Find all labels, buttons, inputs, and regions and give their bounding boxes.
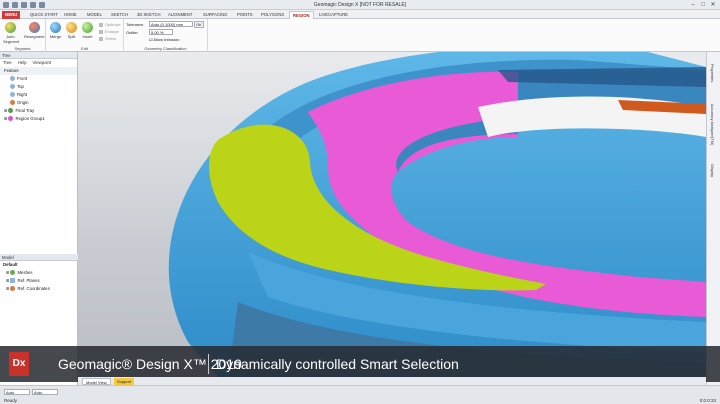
tree-item-ref-coordinates[interactable]: ⊞ Ref. Coordinates xyxy=(0,285,78,293)
merge-button[interactable]: Merge xyxy=(48,22,63,39)
elapsed-time: 0:0.0:33 xyxy=(699,398,716,403)
geometry-group-label: Geometry Classification xyxy=(144,46,187,51)
tab-alignment[interactable]: ALIGNMENT xyxy=(165,11,195,19)
3d-viewport[interactable] xyxy=(78,52,706,377)
tree-item-origin[interactable]: Origin xyxy=(0,99,77,107)
tree-item-right[interactable]: Right xyxy=(0,91,77,99)
product-name: Geomagic® Design X™ 2019 xyxy=(58,356,242,372)
selection-mode-dropdown[interactable]: Auto xyxy=(4,389,30,395)
shrink-button[interactable]: Shrink xyxy=(99,36,116,41)
snap-mode-dropdown[interactable]: Auto xyxy=(32,389,58,395)
tree-item-region-group[interactable]: ⊞ Region Group1 xyxy=(0,115,77,123)
allow-intrusion-checkbox[interactable]: ☑ Allow Intrusion xyxy=(149,37,180,42)
split-icon xyxy=(66,22,77,33)
tab-region[interactable]: REGION xyxy=(289,11,314,19)
feature-header: Feature xyxy=(0,67,77,75)
minimize-button[interactable]: – xyxy=(688,1,698,9)
outlier-field[interactable]: 5.00 % xyxy=(149,29,173,35)
tree-item-ref-planes[interactable]: ⊞ Ref. Planes xyxy=(0,277,78,285)
optimize-icon xyxy=(99,22,103,27)
resegment-icon xyxy=(28,22,40,33)
planes-icon xyxy=(10,278,16,284)
tab-support[interactable]: Support xyxy=(114,378,135,385)
enlarge-button[interactable]: Enlarge xyxy=(99,29,119,34)
left-panel: Tree Tree Help Viewpoint Feature Front T… xyxy=(0,52,78,385)
banner-subtitle: Dynamically controlled Smart Selection xyxy=(216,356,459,372)
tree-panel-header[interactable]: Tree xyxy=(0,52,77,59)
meshes-icon xyxy=(10,270,16,276)
edit-group: Merge Split Insert Optimize Enlarge Shri… xyxy=(46,19,124,52)
resegment-button[interactable]: Resegment xyxy=(24,22,44,39)
ok-button[interactable]: OK xyxy=(194,21,204,28)
scan-model[interactable] xyxy=(78,52,706,377)
enlarge-icon xyxy=(99,29,103,34)
tab-polygons[interactable]: POLYGONS xyxy=(258,11,287,19)
tree-item-front[interactable]: Front xyxy=(0,75,77,83)
insert-icon xyxy=(82,22,93,33)
plane-icon xyxy=(10,84,15,90)
viewpoint-tool[interactable]: Viewpoint xyxy=(33,59,52,67)
tab-3d-sketch[interactable]: 3D SKETCH xyxy=(134,11,164,19)
tab-menu[interactable]: MENU xyxy=(2,11,20,19)
tab-home[interactable]: HOME xyxy=(61,11,80,19)
view-tabs: Model View Support xyxy=(78,377,706,385)
plane-icon xyxy=(10,92,15,98)
right-dock-strip: Properties Accuracy Analyzer(TM) Display xyxy=(706,52,720,385)
tab-surfacing[interactable]: SURFACING xyxy=(200,11,230,19)
shrink-icon xyxy=(99,36,103,41)
optimize-button[interactable]: Optimize xyxy=(99,22,121,27)
banner-separator xyxy=(208,354,209,374)
origin-icon xyxy=(10,100,15,106)
model-section: Model Default ⊞ Meshes ⊞ Ref. Planes ⊞ R… xyxy=(0,254,78,293)
tab-quick-start[interactable]: QUICK START xyxy=(27,11,61,19)
tree-item-final-tray[interactable]: ⊞ Final Tray xyxy=(0,107,77,115)
tree-item-top[interactable]: Top xyxy=(0,83,77,91)
ribbon: Auto Segment Resegment Segment Merge Spl… xyxy=(0,19,720,52)
tree-tool[interactable]: Tree xyxy=(3,59,12,67)
tab-points[interactable]: POINTS xyxy=(234,11,256,19)
segment-group: Auto Segment Resegment Segment xyxy=(0,19,46,52)
tolerance-field[interactable]: Auto (0.1000) mm xyxy=(149,21,193,27)
tab-model[interactable]: MODEL xyxy=(84,11,105,19)
tree-toolbar: Tree Help Viewpoint xyxy=(0,59,77,67)
edit-group-label: Edit xyxy=(81,46,88,51)
help-tool[interactable]: Help xyxy=(18,59,27,67)
maximize-button[interactable]: □ xyxy=(698,1,708,9)
window-title: Geomagic Design X [NOT FOR RESALE] xyxy=(313,2,407,8)
accuracy-analyzer-tab[interactable]: Accuracy Analyzer(TM) xyxy=(710,104,715,145)
tab-sketch[interactable]: SKETCH xyxy=(108,11,131,19)
outlier-label: Outlier xyxy=(126,30,138,35)
tab-model-view[interactable]: Model View xyxy=(82,378,111,385)
title-bar: Geomagic Design X [NOT FOR RESALE] – □ ✕ xyxy=(0,0,720,10)
mesh-icon xyxy=(8,108,14,114)
auto-segment-icon xyxy=(5,22,16,33)
tree-item-meshes[interactable]: ⊞ Meshes xyxy=(0,269,78,277)
tree-item-default[interactable]: Default xyxy=(0,261,78,269)
dx-logo: Dx xyxy=(9,352,29,376)
status-text: Ready xyxy=(4,398,18,403)
close-button[interactable]: ✕ xyxy=(708,1,718,9)
auto-segment-button[interactable]: Auto Segment xyxy=(3,22,19,44)
plane-icon xyxy=(10,76,15,82)
coordinates-icon xyxy=(10,286,16,292)
display-tab[interactable]: Display xyxy=(710,164,715,177)
region-group-icon xyxy=(8,116,14,122)
ribbon-tab-bar: MENU QUICK START HOME MODEL SKETCH 3D SK… xyxy=(0,10,720,19)
model-header: Model xyxy=(0,254,78,261)
segment-group-label: Segment xyxy=(14,46,31,51)
properties-tab[interactable]: Properties xyxy=(710,64,715,82)
geometry-classification-group: Tolerance Auto (0.1000) mm OK Outlier 5.… xyxy=(124,19,208,52)
tolerance-label: Tolerance xyxy=(126,22,144,27)
tab-livecapture[interactable]: LIVECAPTURE xyxy=(316,11,351,19)
split-button[interactable]: Split xyxy=(64,22,79,39)
insert-button[interactable]: Insert xyxy=(80,22,95,39)
status-bar: Auto Auto Ready 0:0.0:33 xyxy=(0,385,720,404)
merge-icon xyxy=(50,22,61,33)
